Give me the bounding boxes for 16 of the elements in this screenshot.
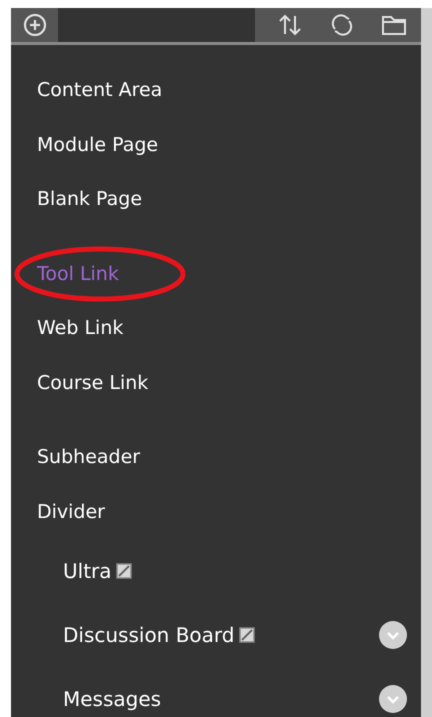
menu-item[interactable]: Divider [37,498,105,526]
folder-icon [381,13,408,37]
menu-item[interactable]: Blank Page [37,185,142,214]
course-menu-link[interactable]: Ultra [63,556,112,586]
menu-item[interactable]: Web Link [37,314,124,342]
sort-icon [276,12,303,38]
menu-item[interactable]: Course Link [37,368,148,397]
chevron-down-icon[interactable] [379,621,407,649]
course-menu-link[interactable]: Discussion Board [63,620,234,650]
menu-item[interactable]: Module Page [37,130,158,159]
menu-item[interactable]: Content Area [37,76,162,104]
add-icon [22,13,46,37]
menu-item[interactable]: Subheader [37,443,140,472]
course-menu-link[interactable]: Messages [63,684,162,714]
chevron-down-icon[interactable] [379,685,407,713]
refresh-icon [330,13,354,37]
